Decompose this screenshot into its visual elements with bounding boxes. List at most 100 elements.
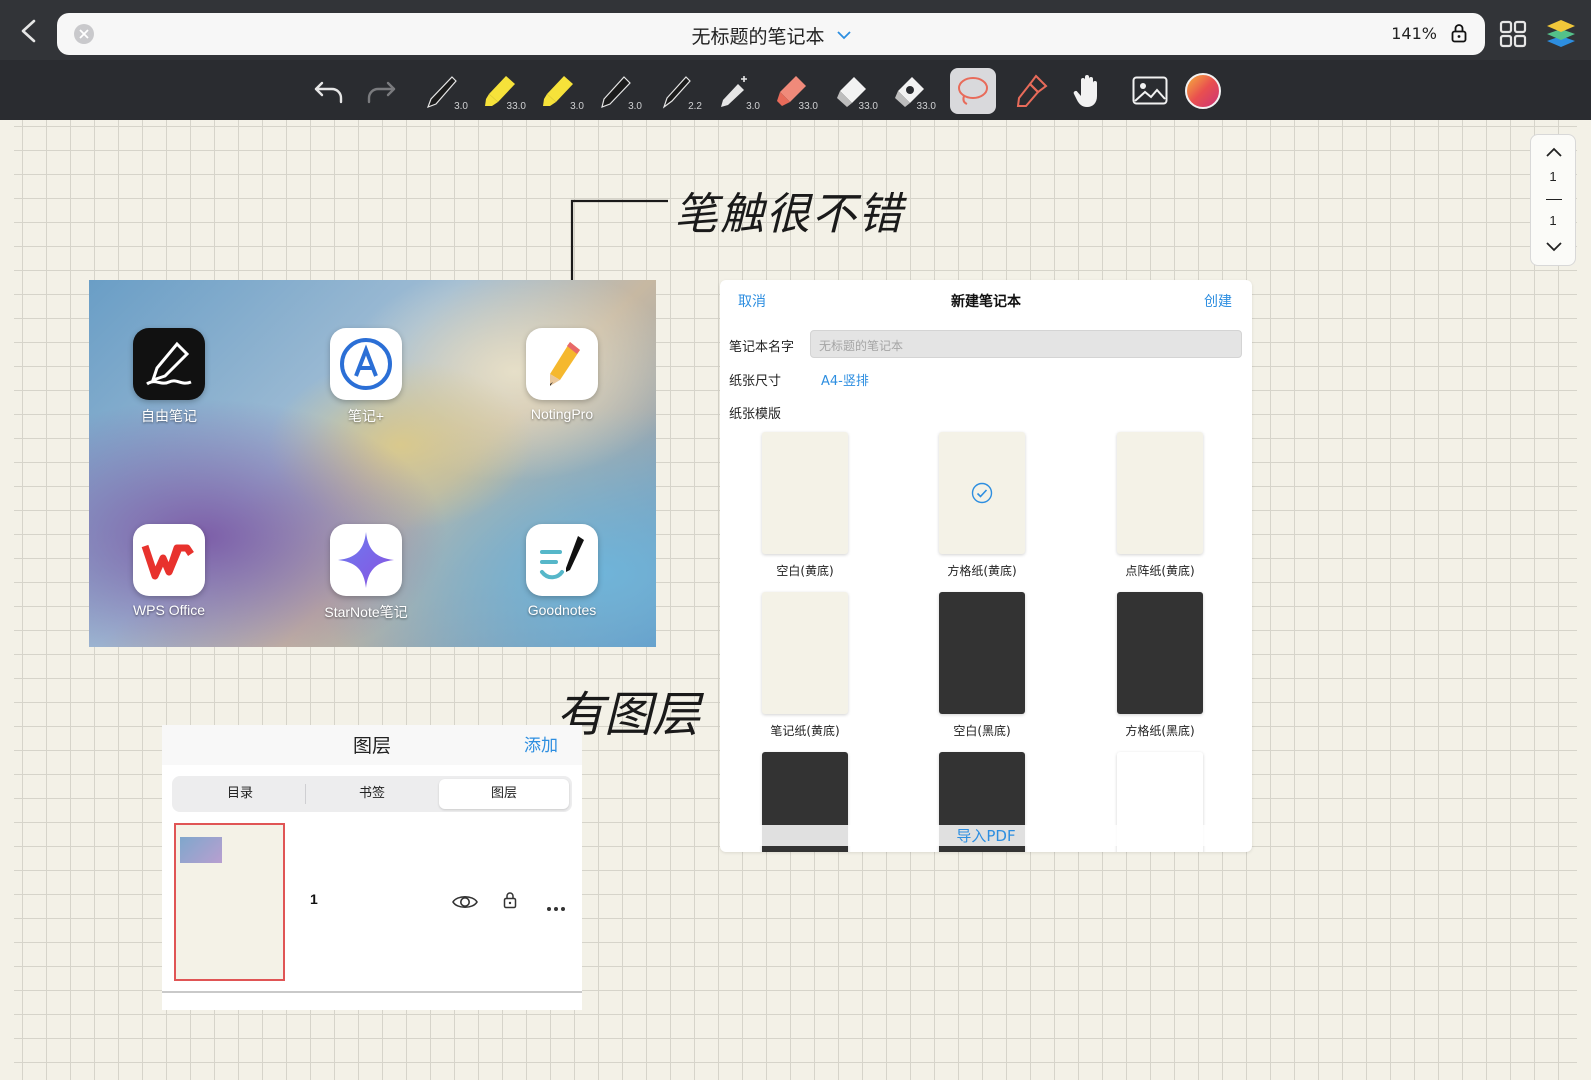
hand-tool[interactable] [1066, 68, 1112, 114]
paint-brush-icon [1016, 74, 1048, 107]
tool-size-label: 3.0 [628, 101, 642, 112]
thumbnail-image [180, 837, 222, 863]
layer-thumbnail[interactable] [174, 823, 285, 981]
redo-button[interactable] [358, 68, 404, 114]
app-label: 笔记+ [347, 408, 385, 424]
app-goodnotes: Goodnotes [507, 524, 617, 618]
undo-button[interactable] [306, 68, 352, 114]
tool-size-label: 33.0 [506, 101, 526, 112]
title-bar: 无标题的笔记本 141% [0, 0, 1591, 60]
paper-preview [1117, 592, 1203, 714]
lock-icon[interactable] [503, 891, 517, 913]
paper-template-label: 空白(黑底) [953, 724, 1011, 738]
canvas-margin-left [0, 120, 14, 1080]
tool-size-label: 33.0 [858, 101, 878, 112]
fountain-pen-icon [662, 76, 691, 109]
area-eraser-tool[interactable]: 33.0 [886, 68, 936, 114]
pen-icon [601, 76, 631, 108]
layer-number: 1 [310, 891, 318, 907]
eye-icon[interactable] [452, 893, 478, 915]
current-page: 1 [1549, 169, 1557, 184]
tab-bookmarks[interactable]: 书签 [307, 779, 437, 809]
erase-brush-tool[interactable]: 33.0 [768, 68, 818, 114]
zoom-level[interactable]: 141% [1391, 24, 1437, 43]
handwritten-note-top[interactable]: 笔触很不错 [674, 178, 904, 242]
color-picker[interactable] [1180, 68, 1226, 114]
pasted-app-screenshot[interactable]: 自由笔记 笔记+ NotingPro WPS Office StarNote笔记… [89, 280, 656, 647]
next-page-button[interactable] [1545, 238, 1563, 257]
back-button[interactable] [14, 16, 44, 46]
paper-template-label: 方格纸(黄底) [947, 564, 1017, 578]
hand-icon [1073, 75, 1097, 107]
paper-preview [1117, 432, 1203, 554]
page-navigator: 1 1 [1530, 134, 1576, 266]
paper-template-label: 点阵纸(黄底) [1125, 564, 1195, 578]
paper-preview [939, 432, 1025, 554]
format-brush-tool[interactable] [1008, 68, 1054, 114]
layer-row[interactable]: 1 [162, 823, 582, 993]
chevron-down-icon [1546, 242, 1562, 252]
tool-size-label: 3.0 [570, 101, 584, 112]
page-grid-icon[interactable] [1499, 20, 1527, 52]
color-swatch-icon [1185, 73, 1221, 109]
app-label: WPS Office [132, 602, 206, 618]
app-label: StarNote笔记 [324, 604, 408, 620]
lasso-icon [958, 77, 988, 105]
pen-tool[interactable]: 3.0 [418, 68, 468, 114]
paper-template-label: 方格纸(黑底) [1125, 724, 1195, 738]
app-label: NotingPro [530, 406, 594, 422]
tab-layers[interactable]: 图层 [439, 779, 569, 809]
tab-divider [305, 784, 306, 804]
tool-size-label: 3.0 [746, 101, 760, 112]
previous-page-button[interactable] [1545, 143, 1563, 162]
paper-template-option[interactable]: 空白(黄底) [762, 432, 848, 579]
page-separator [1546, 199, 1562, 200]
magic-pen-tool[interactable]: 3.0 [710, 68, 760, 114]
import-pdf-button[interactable]: 导入PDF [720, 825, 1252, 846]
paper-size-select[interactable]: A4-竖排 [821, 370, 869, 389]
drawing-toolbar: 3.0 33.0 3.0 3.0 2.2 3.0 33.0 33.0 33.0 [0, 60, 1591, 120]
star-sparkle-icon [330, 524, 402, 596]
paper-template-option[interactable]: 方格纸(黄底) [939, 432, 1025, 579]
paper-template-option[interactable]: 点阵纸(黄底) [1117, 432, 1203, 579]
paper-template-option[interactable]: 笔记纸(黄底) [762, 592, 848, 739]
image-tool[interactable] [1126, 68, 1172, 114]
paper-template-label: 空白(黄底) [776, 564, 834, 578]
eraser-tool[interactable]: 33.0 [828, 68, 878, 114]
new-notebook-dialog[interactable]: 取消 新建笔记本 创建 笔记本名字 无标题的笔记本 纸张尺寸 A4-竖排 纸张模… [720, 280, 1252, 852]
paper-preview [939, 592, 1025, 714]
lasso-tool[interactable] [950, 68, 996, 114]
brush-pen-tool[interactable]: 2.2 [652, 68, 702, 114]
highlighter-tool[interactable]: 33.0 [476, 68, 526, 114]
tab-contents[interactable]: 目录 [175, 779, 305, 809]
lock-icon[interactable] [1451, 23, 1467, 47]
paper-template-option[interactable]: 空白(黑底) [939, 592, 1025, 739]
layers-panel[interactable]: 图层 添加 目录 书签 图层 1 [162, 725, 582, 1010]
magic-wand-pen-icon [721, 76, 747, 107]
notebook-name-input[interactable]: 无标题的笔记本 [810, 330, 1242, 358]
paper-template-option[interactable]: 方格纸(黑底) [1117, 592, 1203, 739]
add-layer-button[interactable]: 添加 [524, 731, 558, 756]
layers-stack-icon[interactable] [1545, 16, 1577, 54]
tool-size-label: 3.0 [454, 101, 468, 112]
highlighter-tool-2[interactable]: 3.0 [534, 68, 584, 114]
create-button[interactable]: 创建 [1204, 291, 1232, 311]
notebook-title-bar: 无标题的笔记本 141% [57, 13, 1485, 55]
highlighter-icon [543, 76, 573, 106]
paper-preview [762, 432, 848, 554]
more-options-icon[interactable] [546, 897, 566, 916]
app-notingpro: NotingPro [507, 328, 617, 422]
paper-template-label: 纸张模版 [729, 407, 782, 422]
app-label: 自由笔记 [141, 408, 197, 424]
notebook-name-label: 笔记本名字 [729, 340, 795, 355]
notebook-title[interactable]: 无标题的笔记本 [57, 22, 1485, 49]
image-icon [1132, 76, 1168, 105]
panel-tabs: 目录 书签 图层 [172, 776, 572, 812]
pen-tool-2[interactable]: 3.0 [592, 68, 642, 114]
canvas-margin-right [1577, 120, 1591, 1080]
app-ziyou-biji: 自由笔记 [114, 328, 224, 426]
dialog-title: 新建笔记本 [951, 294, 1021, 310]
chevron-left-icon [21, 19, 36, 43]
wps-logo-icon [133, 524, 205, 596]
undo-icon [314, 81, 343, 104]
